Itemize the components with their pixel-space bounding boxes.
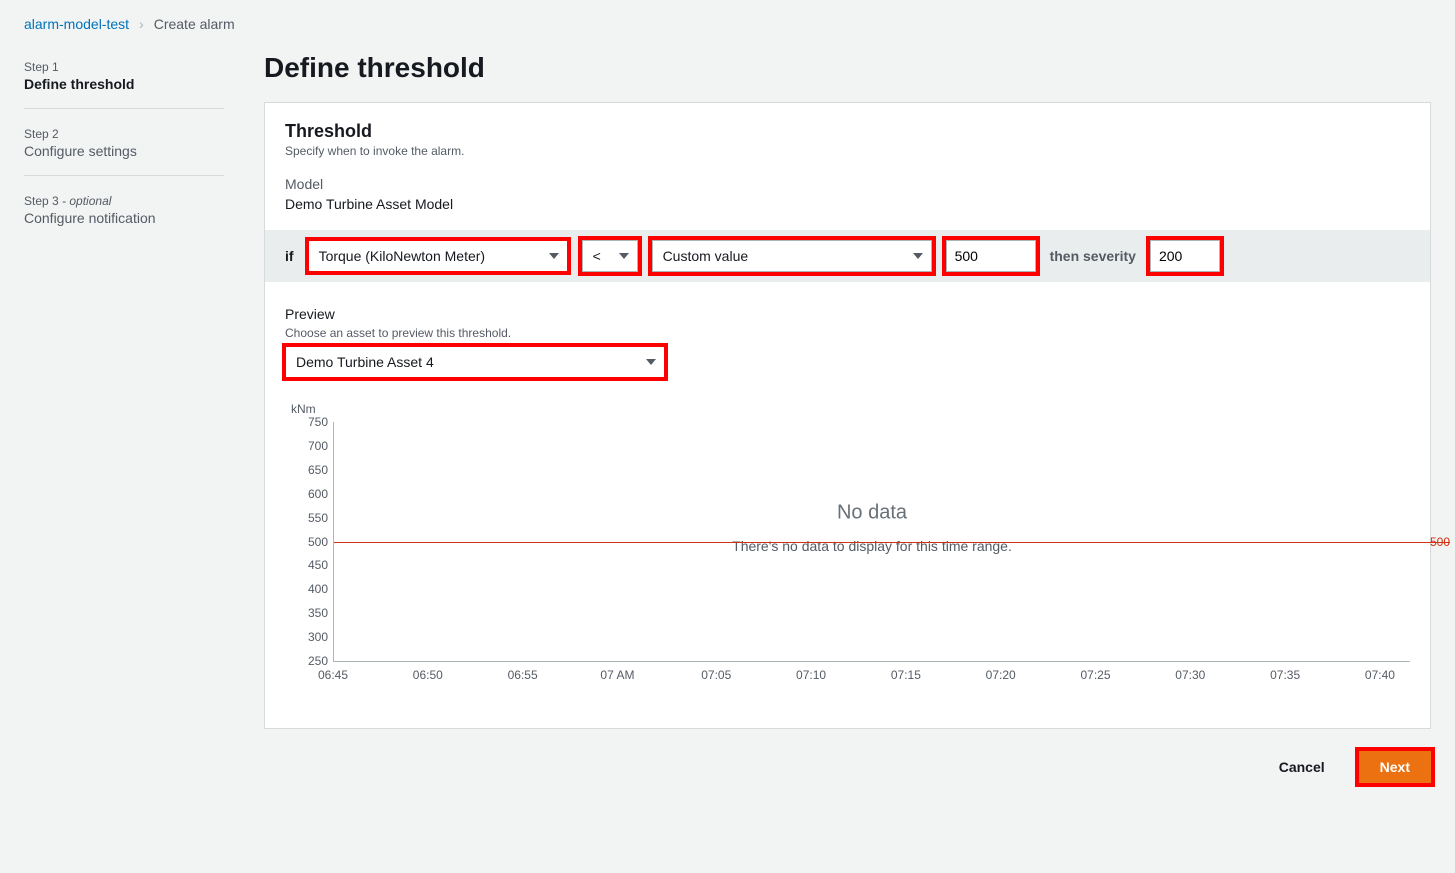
y-tick: 600 <box>294 487 328 501</box>
y-tick: 300 <box>294 630 328 644</box>
threshold-desc: Specify when to invoke the alarm. <box>285 144 1410 158</box>
preview-chart: No data There's no data to display for t… <box>285 422 1410 710</box>
compare-type-value: Custom value <box>663 248 749 264</box>
y-tick: 750 <box>294 415 328 429</box>
preview-asset-value: Demo Turbine Asset 4 <box>296 354 434 370</box>
step-title: Define threshold <box>24 76 224 92</box>
step-title: Configure notification <box>24 210 224 226</box>
threshold-heading: Threshold <box>285 121 1410 142</box>
y-tick: 500 <box>294 535 328 549</box>
threshold-line-label: 500 <box>1430 535 1450 549</box>
x-tick: 07:40 <box>1365 668 1395 682</box>
breadcrumb-parent[interactable]: alarm-model-test <box>24 16 129 32</box>
preview-asset-select[interactable]: Demo Turbine Asset 4 <box>285 346 665 378</box>
step-number: Step 3 - optional <box>24 194 224 208</box>
cancel-button[interactable]: Cancel <box>1259 751 1345 783</box>
chevron-down-icon <box>549 253 559 259</box>
threshold-panel: Threshold Specify when to invoke the ala… <box>264 102 1431 729</box>
chart-unit: kNm <box>291 402 1410 416</box>
page-title: Define threshold <box>264 52 1431 84</box>
operator-select[interactable]: < <box>582 240 638 272</box>
x-tick: 07:25 <box>1080 668 1110 682</box>
model-value: Demo Turbine Asset Model <box>285 196 1410 212</box>
y-tick: 400 <box>294 582 328 596</box>
x-tick: 07 AM <box>600 668 634 682</box>
wizard-steps: Step 1 Define threshold Step 2 Configure… <box>24 52 224 783</box>
no-data-title: No data <box>837 501 907 524</box>
y-tick: 450 <box>294 558 328 572</box>
operator-select-value: < <box>593 248 601 264</box>
wizard-footer: Cancel Next <box>264 751 1431 783</box>
preview-desc: Choose an asset to preview this threshol… <box>285 326 1410 340</box>
property-select-value: Torque (KiloNewton Meter) <box>319 248 486 264</box>
next-button[interactable]: Next <box>1359 751 1431 783</box>
x-tick: 07:35 <box>1270 668 1300 682</box>
y-tick: 250 <box>294 654 328 668</box>
severity-input[interactable] <box>1150 240 1220 272</box>
x-tick: 07:20 <box>986 668 1016 682</box>
step-number: Step 1 <box>24 60 224 74</box>
threshold-rule-row: if Torque (KiloNewton Meter) < Custom va… <box>265 230 1430 282</box>
chevron-down-icon <box>619 253 629 259</box>
breadcrumb-current: Create alarm <box>154 16 235 32</box>
y-tick: 700 <box>294 439 328 453</box>
if-label: if <box>285 248 294 264</box>
step-3[interactable]: Step 3 - optional Configure notification <box>24 186 224 242</box>
chevron-right-icon: › <box>139 16 144 32</box>
step-2[interactable]: Step 2 Configure settings <box>24 119 224 176</box>
compare-type-select[interactable]: Custom value <box>652 240 932 272</box>
step-number: Step 2 <box>24 127 224 141</box>
step-title: Configure settings <box>24 143 224 159</box>
model-label: Model <box>285 176 1410 192</box>
y-tick: 350 <box>294 606 328 620</box>
breadcrumb: alarm-model-test › Create alarm <box>24 16 1431 32</box>
chevron-down-icon <box>913 253 923 259</box>
x-tick: 06:45 <box>318 668 348 682</box>
then-severity-label: then severity <box>1050 248 1136 264</box>
x-tick: 06:50 <box>413 668 443 682</box>
threshold-value-input[interactable] <box>946 240 1036 272</box>
chevron-down-icon <box>646 359 656 365</box>
x-tick: 06:55 <box>508 668 538 682</box>
step-1[interactable]: Step 1 Define threshold <box>24 52 224 109</box>
y-tick: 550 <box>294 511 328 525</box>
x-tick: 07:30 <box>1175 668 1205 682</box>
x-tick: 07:15 <box>891 668 921 682</box>
property-select[interactable]: Torque (KiloNewton Meter) <box>308 240 568 272</box>
preview-heading: Preview <box>285 306 1410 322</box>
x-tick: 07:05 <box>701 668 731 682</box>
threshold-line <box>334 542 1450 543</box>
x-tick: 07:10 <box>796 668 826 682</box>
y-tick: 650 <box>294 463 328 477</box>
